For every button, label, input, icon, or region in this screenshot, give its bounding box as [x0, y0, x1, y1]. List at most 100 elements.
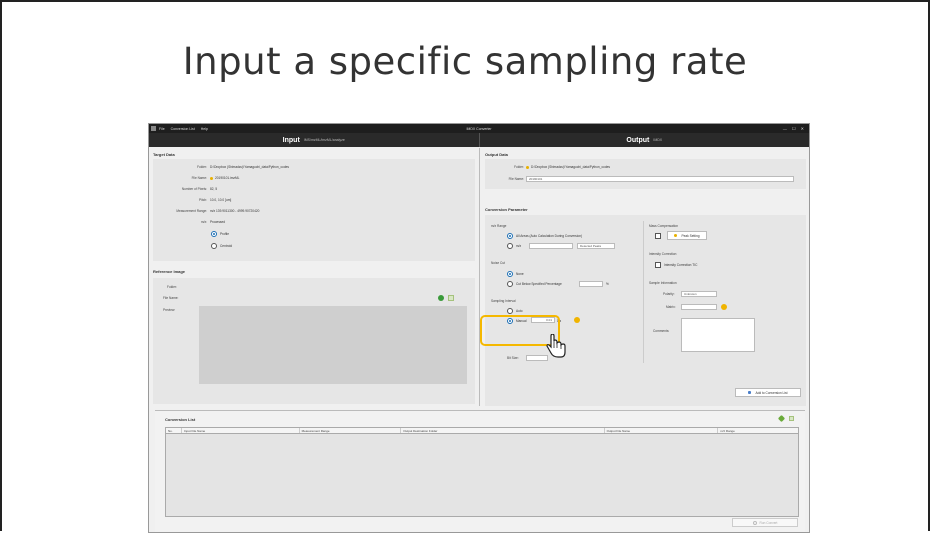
output-folder-value: D:\Dropbox (Shimadzu)\Yamaguchi_data\Pyt… [531, 165, 610, 169]
conversion-list-title: Conversion List [165, 417, 196, 422]
mz-range-from-input[interactable] [529, 243, 573, 249]
preview-label: Preview: [163, 308, 176, 312]
mz-range-to-input[interactable]: Detected Peaks [577, 243, 615, 249]
matrix-select[interactable] [681, 304, 717, 310]
output-data-box: Folder: D:\Dropbox (Shimadzu)\Yamaguchi_… [485, 159, 806, 189]
run-icon [752, 520, 757, 525]
sampling-auto-radio[interactable] [507, 308, 513, 314]
reference-image-box: Folder: File Name: Preview: [153, 278, 475, 404]
add-reference-icon[interactable] [438, 295, 444, 301]
num-pixels-value: 82, 5 [210, 187, 218, 191]
profile-label: Profile [220, 232, 230, 236]
peak-setting-button[interactable]: Peak Setting [667, 231, 707, 240]
conversion-table: No. Input File Name Measurement Range Ou… [165, 427, 799, 517]
meas-range-label: Measurement Range: [176, 209, 207, 213]
sampling-info-icon[interactable] [574, 317, 580, 323]
conversion-parameter-title: Conversion Parameter [485, 207, 528, 212]
conversion-parameter-box: m/z Range All Areas (Auto Calculation Du… [485, 215, 806, 406]
noise-cut-radio[interactable] [507, 281, 513, 287]
input-header-title: Input [282, 136, 300, 144]
conversion-table-header: No. Input File Name Measurement Range Ou… [166, 428, 798, 434]
window-titlebar: File Conversion List Help IMDX Converter… [149, 124, 809, 133]
delete-reference-icon[interactable] [448, 295, 454, 301]
col-mz-range: m/z Range [720, 429, 735, 433]
pitch-value: 10.0, 10.0 [um] [210, 198, 232, 202]
output-folder-label: Folder: [514, 165, 524, 169]
target-file-name-value: 20190101.imzML [215, 176, 240, 180]
mz-range-title: m/z Range [491, 224, 507, 228]
intensity-corr-title: Intensity Correction [649, 252, 677, 256]
col-output-folder: Output Destination Folder [401, 428, 605, 433]
run-convert-button[interactable]: Run Convert [732, 518, 798, 527]
pane-headers: Input IMS/mzML/imzML/analyze Output IMDX [149, 133, 809, 147]
output-header-title: Output [626, 136, 650, 144]
mz-mode-label: m/z: [200, 220, 207, 224]
polarity-select[interactable]: Unknown [681, 291, 717, 297]
mz-range-mz-radio[interactable] [507, 243, 513, 249]
ref-folder-label: Folder: [167, 285, 177, 289]
output-column: Output Data Folder: D:\Dropbox (Shimadzu… [481, 148, 809, 406]
noise-cut-title: Noise Cut [491, 261, 505, 265]
centroid-label: Centroid [220, 244, 233, 248]
peak-setting-label: Peak Setting [681, 233, 700, 238]
add-to-conversion-list-label: Add to Conversion List [755, 390, 788, 395]
conversion-list-panel: Conversion List No. Input File Name Meas… [155, 410, 805, 532]
sample-info-title: Sample Information [649, 281, 677, 285]
col-no: No. [166, 428, 182, 433]
pitch-label: Pitch: [199, 198, 207, 202]
reference-preview-area [199, 306, 467, 384]
sampling-interval-title: Sampling Interval [491, 299, 516, 303]
output-folder-row: D:\Dropbox (Shimadzu)\Yamaguchi_data\Pyt… [526, 165, 610, 169]
ref-file-name-label: File Name: [163, 296, 179, 300]
output-file-name-input[interactable]: 20190101 [526, 176, 794, 182]
input-pane-header: Input IMS/mzML/imzML/analyze [149, 133, 480, 147]
profile-radio[interactable] [211, 231, 217, 237]
matrix-label: Matrix: [666, 305, 676, 309]
intensity-tic-label: Intensity Correction TIC [664, 263, 698, 267]
add-to-conversion-list-button[interactable]: Add to Conversion List [735, 388, 801, 397]
window-controls[interactable]: — ☐ ✕ [783, 126, 806, 131]
col-measurement-range: Measurement Range [300, 428, 402, 433]
noise-percent-unit: % [606, 282, 609, 286]
target-data-box: Folder: D:\Dropbox (Shimadzu)\Yamaguchi_… [153, 159, 475, 261]
mz-mode-value: Processed [210, 220, 226, 224]
target-data-title: Target Data [153, 152, 175, 157]
slide: Input a specific sampling rate File Conv… [0, 0, 930, 533]
input-header-sub: IMS/mzML/imzML/analyze [303, 138, 345, 142]
input-column: Target Data Folder: D:\Dropbox (Shimadzu… [149, 148, 480, 406]
add-list-icon [748, 391, 752, 394]
sampling-auto-label: Auto [516, 309, 523, 313]
col-output-file-name: Output File Name [605, 428, 719, 433]
target-file-name-label: File Name: [191, 176, 207, 180]
output-header-sub: IMDX [653, 138, 663, 142]
slide-title: Input a specific sampling rate [182, 40, 748, 83]
delete-list-icon[interactable] [789, 416, 794, 421]
noise-cut-label: Cut Below Specified Percentage [516, 282, 562, 286]
hand-cursor-icon [545, 333, 567, 363]
param-divider [643, 221, 644, 363]
target-folder-label: Folder: [197, 165, 207, 169]
comments-textarea[interactable] [681, 318, 755, 352]
target-file-name-row: 20190101.imzML [210, 176, 239, 180]
mass-comp-checkbox[interactable] [655, 233, 661, 239]
output-file-name-label: File Name: [508, 177, 524, 181]
matrix-add-icon[interactable] [721, 304, 727, 310]
centroid-radio[interactable] [211, 243, 217, 249]
peak-setting-icon [674, 234, 678, 237]
target-folder-value: D:\Dropbox (Shimadzu)\Yamaguchi_data\Pyt… [210, 165, 289, 169]
polarity-label: Polarity: [663, 292, 675, 296]
window-title: IMDX Converter [466, 126, 492, 131]
output-data-title: Output Data [485, 152, 508, 157]
mz-range-all-radio[interactable] [507, 233, 513, 239]
mz-range-mz-label: m/z [516, 244, 522, 248]
mz-range-all-label: All Areas (Auto Calculation During Conve… [516, 234, 583, 238]
noise-none-radio[interactable] [507, 271, 513, 277]
intensity-tic-checkbox[interactable] [655, 262, 661, 268]
num-pixels-label: Number of Pixels: [181, 187, 207, 191]
output-pane-header: Output IMDX [480, 133, 810, 147]
file-status-dot-icon [210, 176, 213, 180]
noise-cut-percent-input[interactable] [579, 281, 603, 287]
noise-none-label: None [516, 272, 524, 276]
comments-label: Comments: [653, 329, 670, 333]
meas-range-value: m/z 139.9011300 - 4999.90720420 [210, 209, 260, 213]
